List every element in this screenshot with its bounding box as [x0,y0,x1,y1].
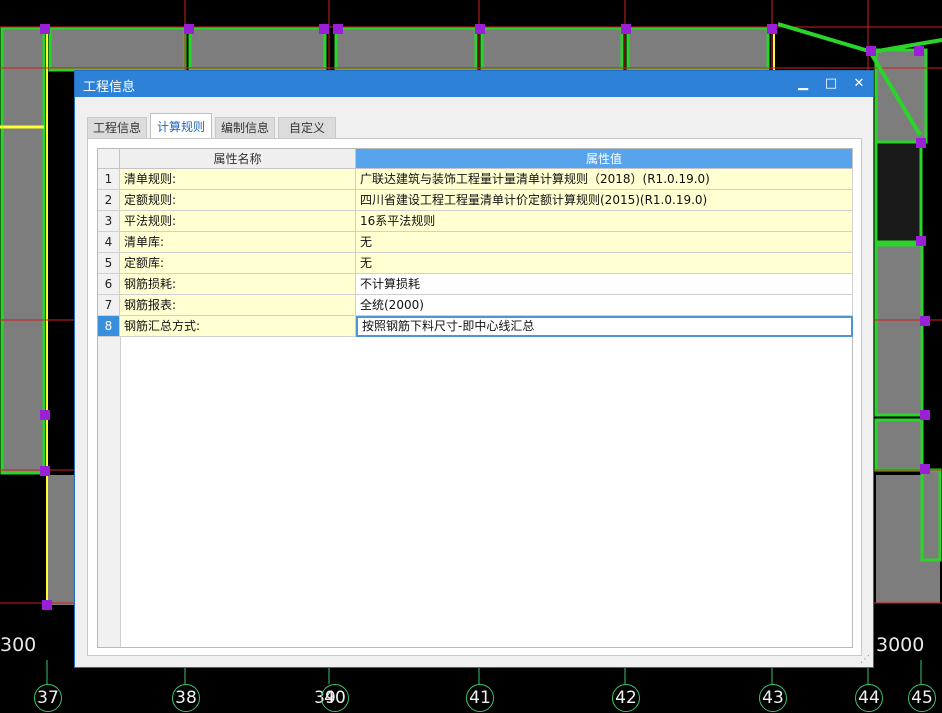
property-value-cell[interactable]: 不计算损耗 [356,274,853,295]
axis-bubble-41: 41 [466,684,494,712]
property-name-cell[interactable]: 定额规则: [120,190,356,211]
row-number: 2 [98,190,120,211]
tab-project-info[interactable]: 工程信息 [87,117,147,139]
column-header-property-name[interactable]: 属性名称 [120,149,356,169]
tab-custom[interactable]: 自定义 [278,117,336,139]
table-row[interactable]: 7 钢筋报表: 全统(2000) [98,295,853,316]
table-row[interactable]: 2 定额规则: 四川省建设工程工程量清单计价定额计算规则(2015)(R1.0.… [98,190,853,211]
dialog-title: 工程信息 [83,80,136,95]
resize-grip-icon[interactable]: ⋰ [860,654,870,665]
axis-bubble-38: 38 [172,684,200,712]
axis-bubble-43: 43 [759,684,787,712]
property-value-cell[interactable]: 全统(2000) [356,295,853,316]
property-value-cell-editing[interactable]: 按照钢筋下料尺寸-即中心线汇总 [356,316,853,337]
property-value-cell[interactable]: 四川省建设工程工程量清单计价定额计算规则(2015)(R1.0.19.0) [356,190,853,211]
row-number: 3 [98,211,120,232]
table-row-selected[interactable]: 8 钢筋汇总方式: 按照钢筋下料尺寸-即中心线汇总 [98,316,853,337]
property-name-cell[interactable]: 平法规则: [120,211,356,232]
grid-corner [98,149,120,169]
property-grid: 属性名称 属性值 1 清单规则: 广联达建筑与装饰工程量计量清单计算规则（201… [97,148,853,648]
property-value-cell[interactable]: 广联达建筑与装饰工程量计量清单计算规则（2018）(R1.0.19.0) [356,169,853,190]
axis-bubble-45: 45 [908,684,936,712]
property-value-cell[interactable]: 无 [356,253,853,274]
tab-compile-info[interactable]: 编制信息 [215,117,275,139]
tab-panel-calc-rules: 属性名称 属性值 1 清单规则: 广联达建筑与装饰工程量计量清单计算规则（201… [87,138,862,656]
dimension-label-right: 3000 [876,634,925,656]
property-name-cell[interactable]: 钢筋损耗: [120,274,356,295]
row-number: 8 [98,316,120,337]
axis-bubble-44: 44 [855,684,883,712]
property-name-cell[interactable]: 钢筋汇总方式: [120,316,356,337]
row-number: 4 [98,232,120,253]
property-value-cell[interactable]: 无 [356,232,853,253]
property-name-cell[interactable]: 定额库: [120,253,356,274]
table-row[interactable]: 1 清单规则: 广联达建筑与装饰工程量计量清单计算规则（2018）(R1.0.1… [98,169,853,190]
row-number: 5 [98,253,120,274]
row-number: 1 [98,169,120,190]
row-header-column-empty [98,337,121,647]
axis-bubble-37: 37 [34,684,62,712]
minimize-button[interactable]: ▁ [789,71,817,97]
column-header-property-value[interactable]: 属性值 [356,149,853,169]
dialog-title-bar[interactable]: 工程信息 ▁ □ ✕ [75,71,873,97]
row-number: 7 [98,295,120,316]
table-row[interactable]: 3 平法规则: 16系平法规则 [98,211,853,232]
axis-bubble-40: 40 [321,684,349,712]
property-value-cell[interactable]: 16系平法规则 [356,211,853,232]
property-name-cell[interactable]: 清单库: [120,232,356,253]
maximize-button[interactable]: □ [817,71,845,97]
table-row[interactable]: 4 清单库: 无 [98,232,853,253]
table-row[interactable]: 6 钢筋损耗: 不计算损耗 [98,274,853,295]
tab-calc-rules[interactable]: 计算规则 [150,113,212,140]
dimension-label-left: 300 [0,634,37,656]
property-name-cell[interactable]: 清单规则: [120,169,356,190]
property-name-cell[interactable]: 钢筋报表: [120,295,356,316]
table-row[interactable]: 5 定额库: 无 [98,253,853,274]
project-info-dialog: 工程信息 ▁ □ ✕ 工程信息 计算规则 编制信息 自定义 属性名称 属性值 1… [74,70,874,668]
close-button[interactable]: ✕ [845,71,873,97]
row-number: 6 [98,274,120,295]
axis-bubble-42: 42 [612,684,640,712]
